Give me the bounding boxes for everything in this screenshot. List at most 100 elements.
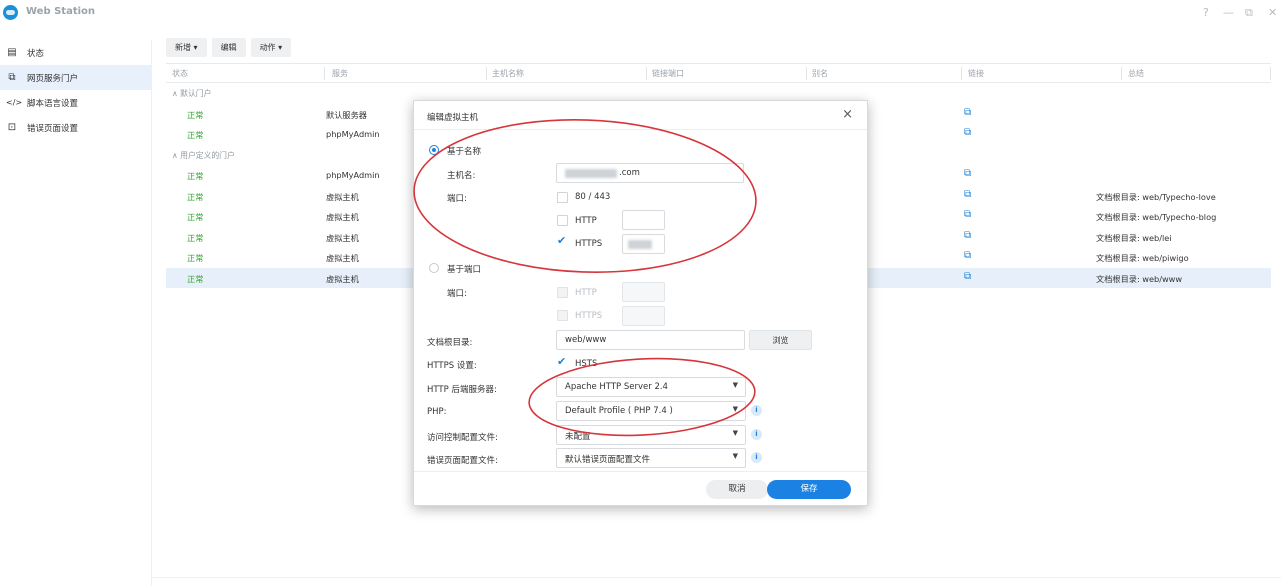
open-link-icon[interactable]: ⧉ bbox=[964, 127, 971, 138]
error-page-select[interactable]: 默认错误页面配置文件 ▼ bbox=[556, 448, 746, 468]
https-port-input[interactable] bbox=[622, 234, 665, 254]
column-header-hostname[interactable]: 主机名称 bbox=[492, 68, 524, 79]
status-text: 正常 bbox=[187, 191, 204, 202]
save-button[interactable]: 保存 bbox=[767, 480, 851, 499]
open-link-icon[interactable]: ⧉ bbox=[964, 168, 971, 179]
service-text: phpMyAdmin bbox=[326, 170, 380, 180]
name-based-radio[interactable] bbox=[429, 145, 439, 155]
chevron-down-icon: ▼ bbox=[732, 381, 738, 389]
info-icon[interactable]: i bbox=[751, 429, 762, 440]
column-divider bbox=[324, 67, 325, 80]
open-link-icon[interactable]: ⧉ bbox=[964, 107, 971, 118]
php-value: Default Profile ( PHP 7.4 ) bbox=[565, 406, 673, 416]
status-text: 正常 bbox=[187, 253, 204, 263]
dialog-close-icon[interactable]: × bbox=[842, 107, 853, 122]
php-select[interactable]: Default Profile ( PHP 7.4 ) ▼ bbox=[556, 401, 746, 421]
browse-button[interactable]: 浏览 bbox=[749, 330, 812, 350]
docroot-input[interactable]: web/www bbox=[556, 330, 745, 350]
code-icon: </> bbox=[6, 98, 23, 107]
status-text: 正常 bbox=[187, 109, 204, 120]
sidebar-item-error-page[interactable]: ⊡ 错误页面设置 bbox=[0, 115, 151, 140]
backend-label: HTTP 后端服务器: bbox=[427, 385, 497, 395]
footer-strip bbox=[152, 577, 1281, 586]
column-header-summary[interactable]: 总结 bbox=[1128, 68, 1144, 79]
column-header-link[interactable]: 链接 bbox=[968, 68, 984, 79]
chevron-down-icon: ▼ bbox=[732, 405, 738, 413]
column-header-service[interactable]: 服务 bbox=[332, 68, 348, 79]
redacted-hostname bbox=[565, 169, 617, 178]
summary-text: 文档根目录: web/www bbox=[1096, 273, 1183, 284]
access-control-label: 访问控制配置文件: bbox=[427, 433, 498, 443]
http-port-input[interactable] bbox=[622, 210, 665, 230]
error-page-value: 默认错误页面配置文件 bbox=[565, 455, 651, 465]
php-label: PHP: bbox=[427, 407, 447, 417]
service-text: 虚拟主机 bbox=[326, 232, 359, 243]
sidebar-item-portal[interactable]: ⧉ 网页服务门户 bbox=[0, 65, 151, 90]
hsts-label: HSTS bbox=[575, 359, 598, 369]
sidebar-item-status[interactable]: ▤ 状态 bbox=[0, 40, 151, 65]
column-header-port[interactable]: 链接端口 bbox=[652, 68, 684, 79]
summary-text: 文档根目录: web/lei bbox=[1096, 232, 1172, 243]
port-based-http-input[interactable] bbox=[622, 282, 665, 302]
status-text: 正常 bbox=[187, 171, 204, 181]
column-header-status[interactable]: 状态 bbox=[172, 68, 188, 79]
maximize-icon[interactable]: ⧉ bbox=[1245, 6, 1253, 20]
column-header-alias[interactable]: 别名 bbox=[812, 68, 828, 79]
help-icon[interactable]: ? bbox=[1203, 6, 1209, 19]
summary-text: 文档根目录: web/Typecho-love bbox=[1096, 191, 1216, 202]
port-based-radio[interactable] bbox=[429, 263, 439, 273]
open-link-icon[interactable]: ⧉ bbox=[964, 189, 971, 200]
new-button[interactable]: 新增 ▾ bbox=[166, 38, 207, 57]
toolbar: 新增 ▾ 编辑 动作 ▾ bbox=[166, 38, 292, 58]
minimize-icon[interactable]: — bbox=[1223, 6, 1234, 19]
redacted-port bbox=[628, 240, 652, 249]
chevron-down-icon: ▼ bbox=[732, 452, 738, 460]
status-text: 正常 bbox=[187, 212, 204, 222]
column-divider bbox=[961, 67, 962, 80]
edit-button[interactable]: 编辑 bbox=[211, 38, 246, 57]
port-based-http-label: HTTP bbox=[575, 288, 597, 298]
sidebar-item-label: 状态 bbox=[27, 48, 45, 59]
open-link-icon[interactable]: ⧉ bbox=[964, 271, 971, 282]
status-text: 正常 bbox=[187, 232, 204, 243]
access-control-select[interactable]: 未配置 ▼ bbox=[556, 425, 746, 445]
close-icon[interactable]: ✕ bbox=[1268, 6, 1277, 19]
error-page-label: 错误页面配置文件: bbox=[427, 456, 498, 466]
service-text: 虚拟主机 bbox=[326, 253, 359, 263]
open-link-icon[interactable]: ⧉ bbox=[964, 209, 971, 220]
info-icon[interactable]: i bbox=[751, 452, 762, 463]
group-title: ∧ 用户定义的门户 bbox=[172, 150, 235, 160]
dialog-title: 编辑虚拟主机 bbox=[427, 113, 479, 123]
https-checkmark-icon[interactable]: ✔ bbox=[557, 234, 566, 247]
summary-text: 文档根目录: web/Typecho-blog bbox=[1096, 212, 1217, 222]
port-based-https-checkbox[interactable] bbox=[557, 310, 568, 321]
app-title: Web Station bbox=[26, 6, 96, 17]
sidebar-item-script[interactable]: </> 脚本语言设置 bbox=[0, 90, 151, 115]
port-based-label: 基于端口 bbox=[447, 265, 482, 275]
port-based-https-label: HTTPS bbox=[575, 311, 603, 321]
open-link-icon[interactable]: ⧉ bbox=[964, 230, 971, 241]
port-80-443-label: 80 / 443 bbox=[575, 192, 611, 202]
http-label: HTTP bbox=[575, 216, 597, 226]
port-based-https-input[interactable] bbox=[622, 306, 665, 326]
action-button[interactable]: 动作 ▾ bbox=[250, 38, 292, 57]
backend-select[interactable]: Apache HTTP Server 2.4 ▼ bbox=[556, 377, 746, 397]
port-based-http-checkbox[interactable] bbox=[557, 287, 568, 298]
column-divider bbox=[646, 67, 647, 80]
service-text: phpMyAdmin bbox=[326, 129, 380, 139]
hostname-input[interactable]: .com bbox=[556, 163, 744, 183]
http-checkbox[interactable] bbox=[557, 215, 568, 226]
https-label: HTTPS bbox=[575, 239, 603, 249]
hsts-checkmark-icon[interactable]: ✔ bbox=[557, 355, 566, 368]
service-text: 虚拟主机 bbox=[326, 212, 359, 222]
sidebar-item-label: 脚本语言设置 bbox=[27, 98, 79, 109]
access-control-value: 未配置 bbox=[565, 432, 591, 442]
table-header: 状态 服务 主机名称 链接端口 别名 链接 总结 bbox=[166, 63, 1271, 83]
open-link-icon[interactable]: ⧉ bbox=[964, 250, 971, 261]
cancel-button[interactable]: 取消 bbox=[706, 480, 768, 499]
column-divider bbox=[486, 67, 487, 80]
port-80-443-checkbox[interactable] bbox=[557, 192, 568, 203]
info-icon[interactable]: i bbox=[751, 405, 762, 416]
sidebar: ▤ 状态 ⧉ 网页服务门户 </> 脚本语言设置 ⊡ 错误页面设置 bbox=[0, 40, 152, 586]
divider bbox=[414, 129, 867, 130]
